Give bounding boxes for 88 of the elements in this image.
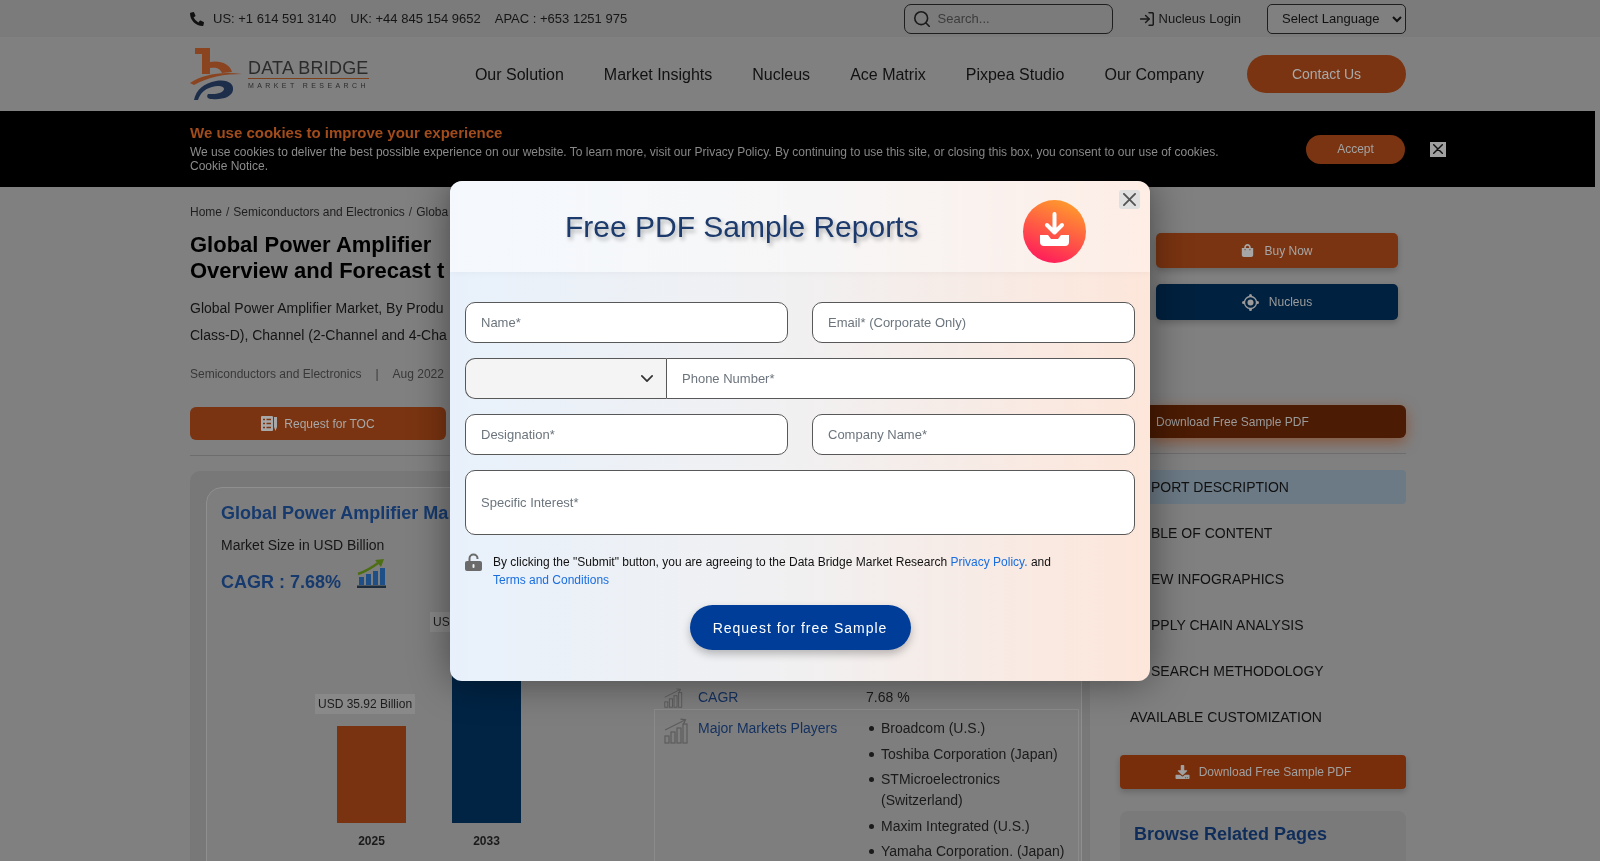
phone-number: UK: +44 845 154 9652 <box>350 10 481 27</box>
dialog-title: Free PDF Sample Reports <box>565 208 919 245</box>
download-button[interactable]: Download Free Sample PDF <box>1120 755 1406 789</box>
search-field[interactable]: Search... <box>903 3 1113 34</box>
phone-number: US: +1 614 591 3140 <box>213 10 337 27</box>
player-name: STMicroelectronics (Switzerland) <box>881 770 1002 810</box>
nav-link[interactable]: Nucleus <box>752 64 811 84</box>
bar-chart-icon <box>664 687 684 708</box>
growth-chart-icon <box>357 559 387 588</box>
phone-icon <box>190 11 204 26</box>
breadcrumb-link[interactable]: Globa <box>416 205 449 219</box>
section-link[interactable]: SEARCH METHODOLOGY <box>1150 654 1406 688</box>
download-icon <box>1023 200 1087 263</box>
player-name: Maxim Integrated (U.S.) <box>881 816 1030 836</box>
document-icon <box>261 416 278 431</box>
report-title: Global Power Amplifier Overview and Forecast t <box>190 232 445 284</box>
textarea-field[interactable]: Specific Interest* <box>465 470 1135 535</box>
nav-link[interactable]: Market Insights <box>603 64 713 84</box>
submit-button[interactable]: Request for free Sample <box>689 605 911 650</box>
bullet-icon <box>869 726 874 731</box>
bullet-icon <box>869 823 874 829</box>
card-subtitle: Market Size in USD Billion <box>221 536 385 554</box>
bullet-icon <box>869 777 874 782</box>
row-label: CAGR <box>698 688 740 707</box>
cookie-title: We use cookies to improve your experience <box>190 124 504 142</box>
shopping-bag-icon <box>1241 244 1255 257</box>
buy-now-button[interactable]: Buy Now <box>1156 233 1398 268</box>
login-link[interactable]: Nucleus Login <box>1139 11 1241 26</box>
toc-button[interactable]: Request for TOC <box>190 407 446 440</box>
card-title: Global Power Amplifier Ma <box>221 502 449 524</box>
input-field[interactable]: Designation* <box>465 414 788 455</box>
close-button[interactable] <box>1119 190 1140 209</box>
phone-field[interactable]: Phone Number* <box>666 358 1135 399</box>
privacy-policy-link[interactable]: Privacy Policy. <box>950 555 1028 569</box>
breadcrumb-separator: / <box>226 205 230 219</box>
breadcrumb-separator: / <box>408 205 413 219</box>
report-date: Aug 2022 <box>392 367 444 381</box>
player-name: Broadcom (U.S.) <box>881 719 986 738</box>
close-icon <box>1433 144 1443 154</box>
consent-text: By clicking the "Submit" button, you are agreeing to the Data Bridge Market Research Privacy Policy. and Terms and Conditions <box>493 554 1052 589</box>
contact-button[interactable]: Contact Us <box>1247 55 1406 93</box>
download-icon <box>1174 765 1190 779</box>
bar-year-label: 2033 <box>473 834 500 848</box>
section-link[interactable]: EW INFOGRAPHICS <box>1150 562 1406 596</box>
player-name: Toshiba Corporation (Japan) <box>881 744 1058 764</box>
country-code-select[interactable] <box>465 358 666 399</box>
nav-link[interactable]: Pixpea Studio <box>965 64 1065 84</box>
target-icon <box>1241 293 1259 311</box>
close-button[interactable] <box>1430 141 1446 157</box>
bar-chart-icon <box>664 718 690 744</box>
terms-link[interactable]: Terms and Conditions <box>493 573 610 587</box>
bar-value-label: USD 35.92 Billion <box>315 694 416 714</box>
padlock-icon <box>465 553 482 571</box>
row-value: 7.68 % <box>866 688 911 707</box>
cookie-text: We use cookies to deliver the best possible experience on our website. To learn more, visit our Privacy Policy. By continuing to use this site, or closing this box, you consent to our use of cookies. Cookie Notice. <box>190 145 1220 173</box>
report-description: Global Power Amplifier Market, By Produ Class-D), Channel (2-Channel and 4-Cha <box>190 299 447 345</box>
chevron-down-icon <box>641 375 653 382</box>
logo-name: DATA BRIDGE <box>248 58 369 79</box>
input-field[interactable]: Name* <box>465 302 788 343</box>
meta-separator: | <box>375 367 379 381</box>
accept-button[interactable]: Accept <box>1306 134 1405 164</box>
report-category: Semiconductors and Electronics <box>190 367 362 381</box>
sample-button[interactable]: Download Free Sample PDF <box>1150 405 1406 438</box>
nucleus-button[interactable]: Nucleus <box>1156 284 1398 320</box>
breadcrumb-link[interactable]: Home <box>190 205 222 219</box>
search-icon <box>913 10 930 27</box>
login-icon <box>1139 11 1154 26</box>
section-link[interactable]: BLE OF CONTENT <box>1150 516 1406 550</box>
section-link[interactable]: PORT DESCRIPTION <box>1150 470 1406 504</box>
cagr-value: CAGR : 7.68% <box>221 571 342 593</box>
phone-number: APAC : +653 1251 975 <box>494 10 628 27</box>
close-icon <box>1123 193 1136 206</box>
bar-value-label: US <box>430 612 453 632</box>
row-label: Major Markets Players <box>698 719 839 738</box>
input-field[interactable]: Company Name* <box>812 414 1135 455</box>
bar-year-label: 2025 <box>358 834 385 848</box>
section-link[interactable]: PPLY CHAIN ANALYSIS <box>1150 608 1406 642</box>
section-link[interactable]: AVAILABLE CUSTOMIZATION <box>1120 700 1406 734</box>
input-field[interactable]: Email* (Corporate Only) <box>812 302 1135 343</box>
language-select[interactable]: Select Language <box>1267 3 1406 34</box>
bullet-icon <box>869 849 874 854</box>
player-name: Yamaha Corporation. (Japan) <box>881 842 1065 861</box>
nav-link[interactable]: Our Solution <box>474 64 564 84</box>
related-title: Browse Related Pages <box>1134 823 1329 845</box>
bullet-icon <box>869 751 874 757</box>
nav-link[interactable]: Our Company <box>1104 64 1205 84</box>
breadcrumb-link[interactable]: Semiconductors and Electronics <box>233 205 405 219</box>
nav-link[interactable]: Ace Matrix <box>850 64 926 84</box>
